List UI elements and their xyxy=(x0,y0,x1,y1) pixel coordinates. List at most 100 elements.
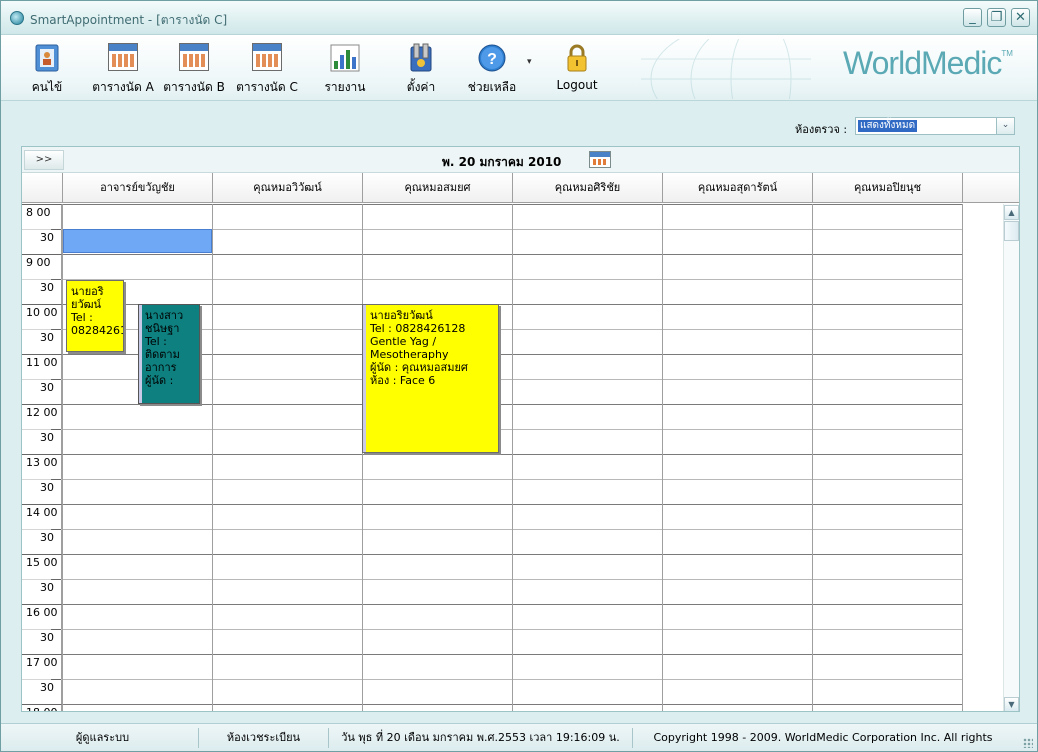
time-label: 17 00 xyxy=(22,654,62,679)
appointment-line: ผู้นัด : คุณหมอสมยศ xyxy=(370,361,468,374)
status-datetime: วัน พุธ ที่ 20 เดือน มกราคม พ.ศ.2553 เวล… xyxy=(329,728,633,748)
application-window: SmartAppointment - [ตารางนัด C] _ ❐ ✕ คน… xyxy=(0,0,1038,752)
column-divider xyxy=(362,204,363,711)
time-label: 30 xyxy=(22,629,62,654)
patient-icon xyxy=(31,43,63,73)
column-divider xyxy=(962,204,963,711)
column-divider xyxy=(212,204,213,711)
appointment-line: ชนิษฐา xyxy=(145,322,180,335)
appointment-block[interactable]: นายอริยวัฒน์ Tel : 0828426128 Gentle Yag… xyxy=(362,304,499,453)
toolbar-schedule-b-button[interactable]: ตารางนัด B xyxy=(163,43,225,97)
title-bar: SmartAppointment - [ตารางนัด C] _ ❐ ✕ xyxy=(1,1,1037,35)
close-button[interactable]: ✕ xyxy=(1011,8,1030,27)
appointment-line: Tel : xyxy=(145,335,167,348)
room-label: ห้องตรวจ : xyxy=(795,123,848,136)
toolbar-logout-button[interactable]: Logout xyxy=(553,43,601,97)
selected-time-slot[interactable] xyxy=(63,229,212,253)
appointment-line: ผู้นัด : xyxy=(145,374,174,387)
appointment-line: Gentle Yag / Mesotheraphy xyxy=(370,335,449,361)
appointment-line: นางสาว xyxy=(145,309,184,322)
toolbar-label: ตารางนัด A xyxy=(92,80,154,94)
vertical-scrollbar[interactable]: ▲ ▼ xyxy=(1003,204,1019,711)
status-bar: ผู้ดูแลระบบ ห้องเวชระเบียน วัน พุธ ที่ 2… xyxy=(1,723,1037,752)
column-header[interactable]: อาจารย์ขวัญชัย xyxy=(62,173,212,203)
column-header-filler xyxy=(962,173,1019,203)
time-label: 15 00 xyxy=(22,554,62,579)
status-user: ผู้ดูแลระบบ xyxy=(7,728,199,748)
help-dropdown-arrow-icon[interactable]: ▾ xyxy=(527,57,532,67)
toolbar-settings-button[interactable]: ตั้งค่า xyxy=(399,43,443,97)
minimize-button[interactable]: _ xyxy=(963,8,982,27)
time-label: 30 xyxy=(22,229,62,254)
column-header[interactable]: คุณหมอปิยนุช xyxy=(812,173,962,203)
time-label: 9 00 xyxy=(22,254,62,279)
scroll-down-icon[interactable]: ▼ xyxy=(1004,697,1019,711)
column-header[interactable]: คุณหมอสุดารัตน์ xyxy=(662,173,812,203)
column-divider xyxy=(512,204,513,711)
appointment-line: Tel : 0828426128 xyxy=(370,322,466,335)
calendar-b-icon xyxy=(178,43,210,73)
toolbar-schedule-c-button[interactable]: ตารางนัด C xyxy=(235,43,299,97)
toolbar-label: ตั้งค่า xyxy=(406,80,436,94)
time-label: 30 xyxy=(22,429,62,454)
toolbar-label: รายงาน xyxy=(324,80,366,94)
app-icon xyxy=(10,11,24,25)
column-divider xyxy=(812,204,813,711)
chevron-down-icon[interactable]: ⌄ xyxy=(996,118,1014,134)
column-divider xyxy=(662,204,663,711)
appointment-block[interactable]: นายอริ ยวัฒน์ Tel : 082842612 xyxy=(66,280,124,352)
room-select[interactable]: แสดงทั้งหมด ⌄ xyxy=(855,117,1015,135)
time-label: 12 00 xyxy=(22,404,62,429)
time-label: 18 00 xyxy=(22,704,62,711)
toolbar-label: คนไข้ xyxy=(31,80,63,94)
toolbar-help-button[interactable]: ? ช่วยเหลือ xyxy=(465,43,519,97)
appointment-block[interactable]: นางสาว ชนิษฐา Tel : ติดตาม อาการ ผู้นัด … xyxy=(138,304,200,404)
time-label: 30 xyxy=(22,579,62,604)
toolbar: คนไข้ ตารางนัด A ตารางนัด B ตารางนัด C ร… xyxy=(1,35,1037,101)
column-header[interactable]: คุณหมอวิวัฒน์ xyxy=(212,173,362,203)
schedule-grid[interactable]: 8 00 30 9 00 30 10 00 30 11 00 30 12 00 30 13 00 30… xyxy=(22,204,1002,711)
appointment-line: อาการ xyxy=(145,361,177,374)
schedule-date: พ. 20 มกราคม 2010 xyxy=(442,155,562,169)
worldmedic-logo: WorldMedicTM xyxy=(843,45,1013,82)
time-label: 30 xyxy=(22,479,62,504)
appointment-line: ติดตาม xyxy=(145,348,180,361)
restore-button[interactable]: ❐ xyxy=(987,8,1006,27)
expand-nav-button[interactable]: >> xyxy=(24,150,64,170)
report-chart-icon xyxy=(329,43,361,73)
column-header[interactable]: คุณหมอศิริชัย xyxy=(512,173,662,203)
status-copyright: Copyright 1998 - 2009. WorldMedic Corpor… xyxy=(653,731,993,752)
time-label: 13 00 xyxy=(22,454,62,479)
appointment-line: นายอริ xyxy=(71,285,104,298)
calendar-picker-icon[interactable] xyxy=(589,151,611,168)
time-label: 14 00 xyxy=(22,504,62,529)
time-label: 8 00 xyxy=(22,204,62,229)
scroll-up-icon[interactable]: ▲ xyxy=(1004,205,1019,220)
time-label: 11 00 xyxy=(22,354,62,379)
time-label: 30 xyxy=(22,529,62,554)
calendar-c-icon xyxy=(251,43,283,73)
resize-grip-icon[interactable] xyxy=(1023,738,1033,748)
toolbar-label: ตารางนัด C xyxy=(236,80,298,94)
help-icon: ? xyxy=(476,43,508,73)
scrollbar-thumb[interactable] xyxy=(1004,221,1019,241)
room-select-value: แสดงทั้งหมด xyxy=(858,120,918,132)
appointment-status-bar xyxy=(363,305,366,452)
column-header[interactable]: คุณหมอสมยศ xyxy=(362,173,512,203)
toolbar-report-button[interactable]: รายงาน xyxy=(321,43,369,97)
appointment-scheduler: >> พ. 20 มกราคม 2010 อาจารย์ขวัญชัย คุณห… xyxy=(21,146,1020,712)
appointment-status-bar xyxy=(139,305,142,403)
toolbar-schedule-a-button[interactable]: ตารางนัด A xyxy=(91,43,155,97)
status-room: ห้องเวชระเบียน xyxy=(199,728,329,748)
appointment-line: 082842612 xyxy=(71,324,123,337)
globe-watermark-icon xyxy=(641,39,811,99)
toolbar-patient-button[interactable]: คนไข้ xyxy=(25,43,69,97)
appointment-line: ยวัฒน์ xyxy=(71,298,102,311)
calendar-a-icon xyxy=(107,43,139,73)
lock-icon xyxy=(561,43,593,73)
time-label: 30 xyxy=(22,279,62,304)
appointment-line: นายอริยวัฒน์ xyxy=(370,309,433,322)
time-label: 30 xyxy=(22,379,62,404)
time-label: 30 xyxy=(22,329,62,354)
settings-tools-icon xyxy=(405,43,437,73)
